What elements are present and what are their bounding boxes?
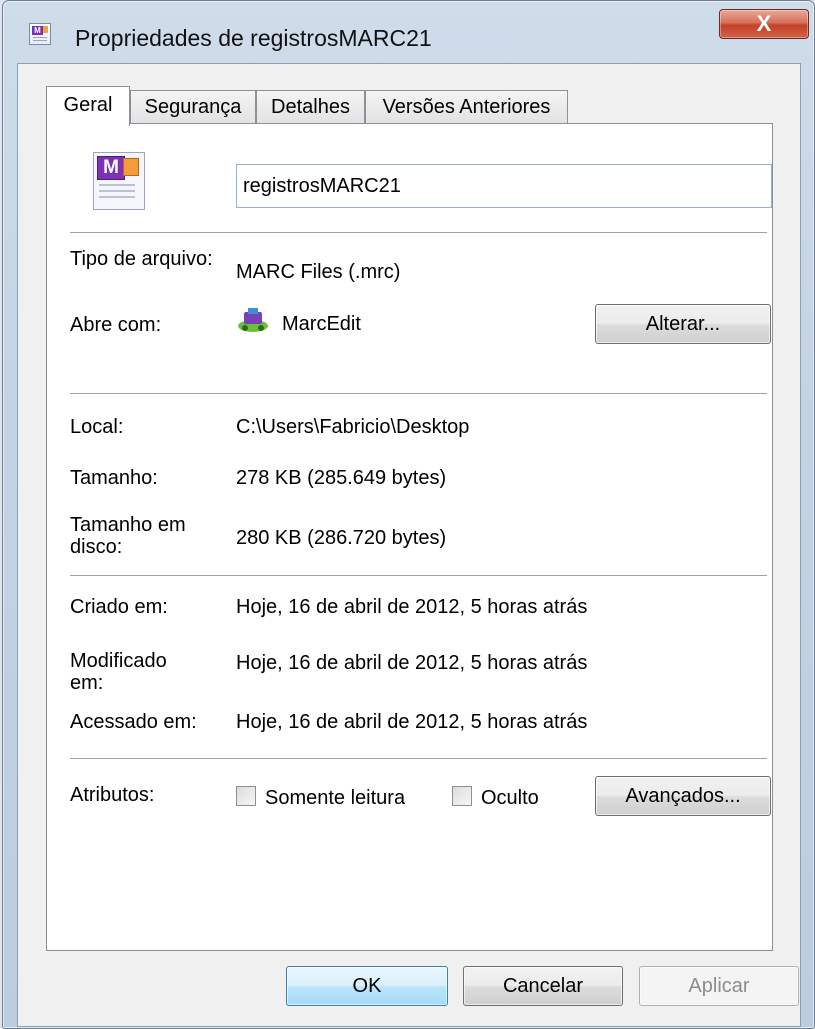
modified-value: Hoje, 16 de abril de 2012, 5 horas atrás [236,652,588,674]
size-on-disk-value: 280 KB (286.720 bytes) [236,527,447,549]
size-value: 278 KB (285.649 bytes) [236,467,447,489]
readonly-checkbox[interactable] [236,786,256,806]
hidden-checkbox[interactable] [452,786,472,806]
hidden-label[interactable]: Oculto [481,787,539,809]
file-type-label: Tipo de arquivo: [70,248,213,270]
modified-label: Modificado em: [70,650,167,694]
size-label: Tamanho: [70,467,158,489]
advanced-button[interactable]: Avançados... [595,776,771,816]
dialog-body: Geral Segurança Detalhes Versões Anterio… [17,63,801,1027]
marc-file-icon: M [29,23,51,45]
size-on-disk-label: Tamanho em disco: [70,514,186,558]
attributes-label: Atributos: [70,784,155,806]
separator [70,393,767,394]
tab-seguranca[interactable]: Segurança [130,90,256,124]
location-value: C:\Users\Fabricio\Desktop [236,416,470,438]
separator [70,232,767,233]
file-type-value: MARC Files (.mrc) [236,261,401,283]
close-button[interactable]: X [719,9,809,39]
separator [70,575,767,576]
accessed-label: Acessado em: [70,711,197,733]
readonly-label[interactable]: Somente leitura [265,787,405,809]
accessed-value: Hoje, 16 de abril de 2012, 5 horas atrás [236,711,588,733]
change-button[interactable]: Alterar... [595,304,771,344]
general-panel: M Tipo de arquivo: MARC Files (.mrc) Abr… [46,123,773,951]
properties-window: M Propriedades de registrosMARC21 X Gera… [2,0,815,1029]
separator [70,758,767,759]
file-type-icon: M [87,152,147,210]
filename-input[interactable] [236,164,772,208]
location-label: Local: [70,416,124,438]
created-label: Criado em: [70,596,168,618]
tab-detalhes[interactable]: Detalhes [256,90,365,124]
window-title: Propriedades de registrosMARC21 [75,25,432,51]
ok-button[interactable]: OK [286,966,448,1006]
apply-button[interactable]: Aplicar [639,966,799,1006]
cancel-button[interactable]: Cancelar [463,966,623,1006]
tab-versoes-anteriores[interactable]: Versões Anteriores [365,90,568,124]
marcedit-app-icon [238,308,268,332]
opens-with-value: MarcEdit [282,313,361,335]
tab-geral[interactable]: Geral [46,86,130,126]
created-value: Hoje, 16 de abril de 2012, 5 horas atrás [236,596,588,618]
opens-with-label: Abre com: [70,314,162,336]
title-bar[interactable]: M Propriedades de registrosMARC21 X [3,1,814,63]
